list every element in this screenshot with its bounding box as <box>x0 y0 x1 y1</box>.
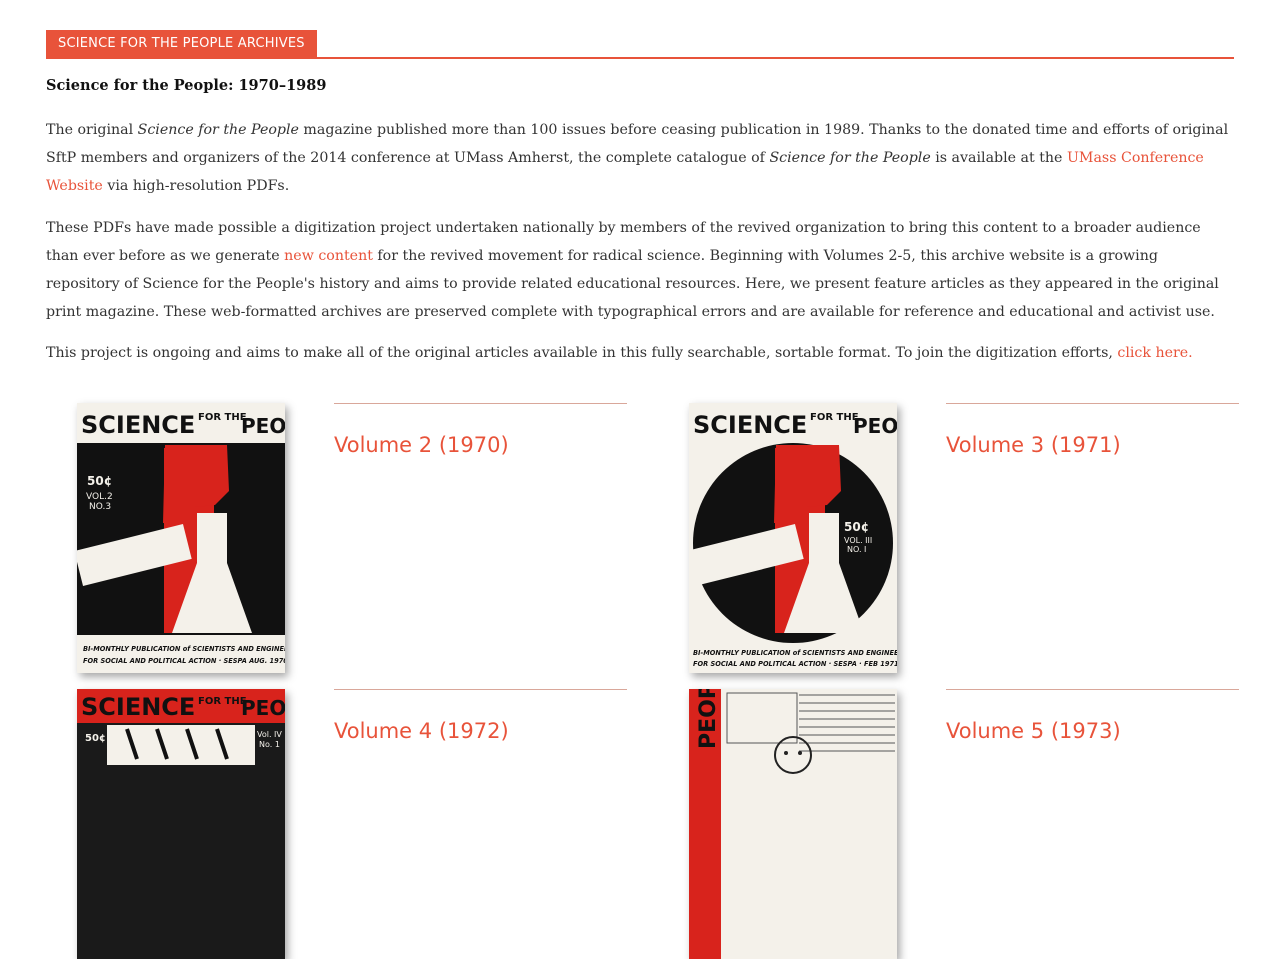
cover-masthead-science: SCIENCE <box>81 693 195 721</box>
digitization-paragraph: These PDFs have made possible a digitiza… <box>46 214 1234 326</box>
fist-flask-cover-art: SCIENCE FOR THE PEOPLE 50¢ VOL.2 NO.3 BI… <box>77 403 285 673</box>
cover-price: 50¢ <box>87 474 112 488</box>
volume-2-cover[interactable]: SCIENCE FOR THE PEOPLE 50¢ VOL.2 NO.3 BI… <box>77 403 285 673</box>
cover-issue-vol: VOL.2 <box>86 492 113 502</box>
cover-masthead-people: PEOPLE <box>241 414 285 438</box>
cover-issue-vol: VOL. III <box>844 536 872 545</box>
volume-3-link[interactable]: Volume 3 (1971) <box>946 433 1121 457</box>
p1-text-1: The original <box>46 122 138 138</box>
volume-2-link[interactable]: Volume 2 (1970) <box>334 433 509 457</box>
cover-footer-2: FOR SOCIAL AND POLITICAL ACTION · SESPA … <box>83 657 285 665</box>
cover-footer-1: BI-MONTHLY PUBLICATION of SCIENTISTS AND… <box>83 645 285 653</box>
volume-2-entry: Volume 2 (1970) <box>334 403 627 457</box>
cover-issue-no: No. 1 <box>259 740 280 749</box>
p1-text-3: is available at the <box>930 150 1067 166</box>
cover-issue-no: NO.3 <box>89 502 111 512</box>
section-header: SCIENCE FOR THE PEOPLE ARCHIVES <box>46 30 1234 59</box>
flag-portrait-cover-art: PEOPLE <box>689 689 897 959</box>
cover-footer-1: BI-MONTHLY PUBLICATION of SCIENTISTS AND… <box>693 649 897 657</box>
click-here-link[interactable]: click here. <box>1117 345 1192 361</box>
volume-4-entry: Volume 4 (1972) <box>334 689 627 743</box>
volume-5-entry: Volume 5 (1973) <box>946 689 1239 743</box>
p1-magazine-name-1: Science for the People <box>137 122 299 138</box>
cover-masthead-people: PEOPLE <box>696 689 721 749</box>
intro-paragraph: The original Science for the People maga… <box>46 116 1234 200</box>
section-tag: SCIENCE FOR THE PEOPLE ARCHIVES <box>46 30 317 57</box>
cover-masthead-for-the: FOR THE <box>198 696 247 707</box>
cover-masthead-people: PEOPLE <box>853 414 897 438</box>
p3-text-1: This project is ongoing and aims to make… <box>46 345 1118 361</box>
cover-masthead-for-the: FOR THE <box>810 412 859 423</box>
volume-3-cover[interactable]: SCIENCE FOR THE PEOPLE 50¢ VOL. III NO. … <box>689 403 897 673</box>
volume-3-entry: Volume 3 (1971) <box>946 403 1239 457</box>
cover-issue-no: NO. I <box>847 545 866 554</box>
page-title: Science for the People: 1970–1989 <box>46 77 327 94</box>
join-paragraph: This project is ongoing and aims to make… <box>46 339 1234 367</box>
fist-circle-cover-art: SCIENCE FOR THE PEOPLE 50¢ VOL. III NO. … <box>689 403 897 673</box>
p1-text-4: via high-resolution PDFs. <box>102 178 290 194</box>
cover-footer-2: FOR SOCIAL AND POLITICAL ACTION · SESPA … <box>693 660 897 668</box>
new-content-link[interactable]: new content <box>284 248 373 264</box>
p1-magazine-name-2: Science for the People <box>769 150 931 166</box>
volume-5-link[interactable]: Volume 5 (1973) <box>946 719 1121 743</box>
cover-price: 50¢ <box>844 520 869 534</box>
chains-cover-art: SCIENCE FOR THE PEOPLE 50¢ Vol. IV No. 1 <box>77 689 285 959</box>
volume-5-cover[interactable]: PEOPLE <box>689 689 897 959</box>
volume-4-link[interactable]: Volume 4 (1972) <box>334 719 509 743</box>
cover-price: 50¢ <box>85 733 106 744</box>
archive-content: SCIENCE FOR THE PEOPLE ARCHIVES Science … <box>46 30 1234 367</box>
cover-masthead-people: PEOPLE <box>241 696 285 720</box>
cover-issue-vol: Vol. IV <box>257 730 282 739</box>
volume-4-cover[interactable]: SCIENCE FOR THE PEOPLE 50¢ Vol. IV No. 1 <box>77 689 285 959</box>
cover-masthead-science: SCIENCE <box>693 411 807 439</box>
